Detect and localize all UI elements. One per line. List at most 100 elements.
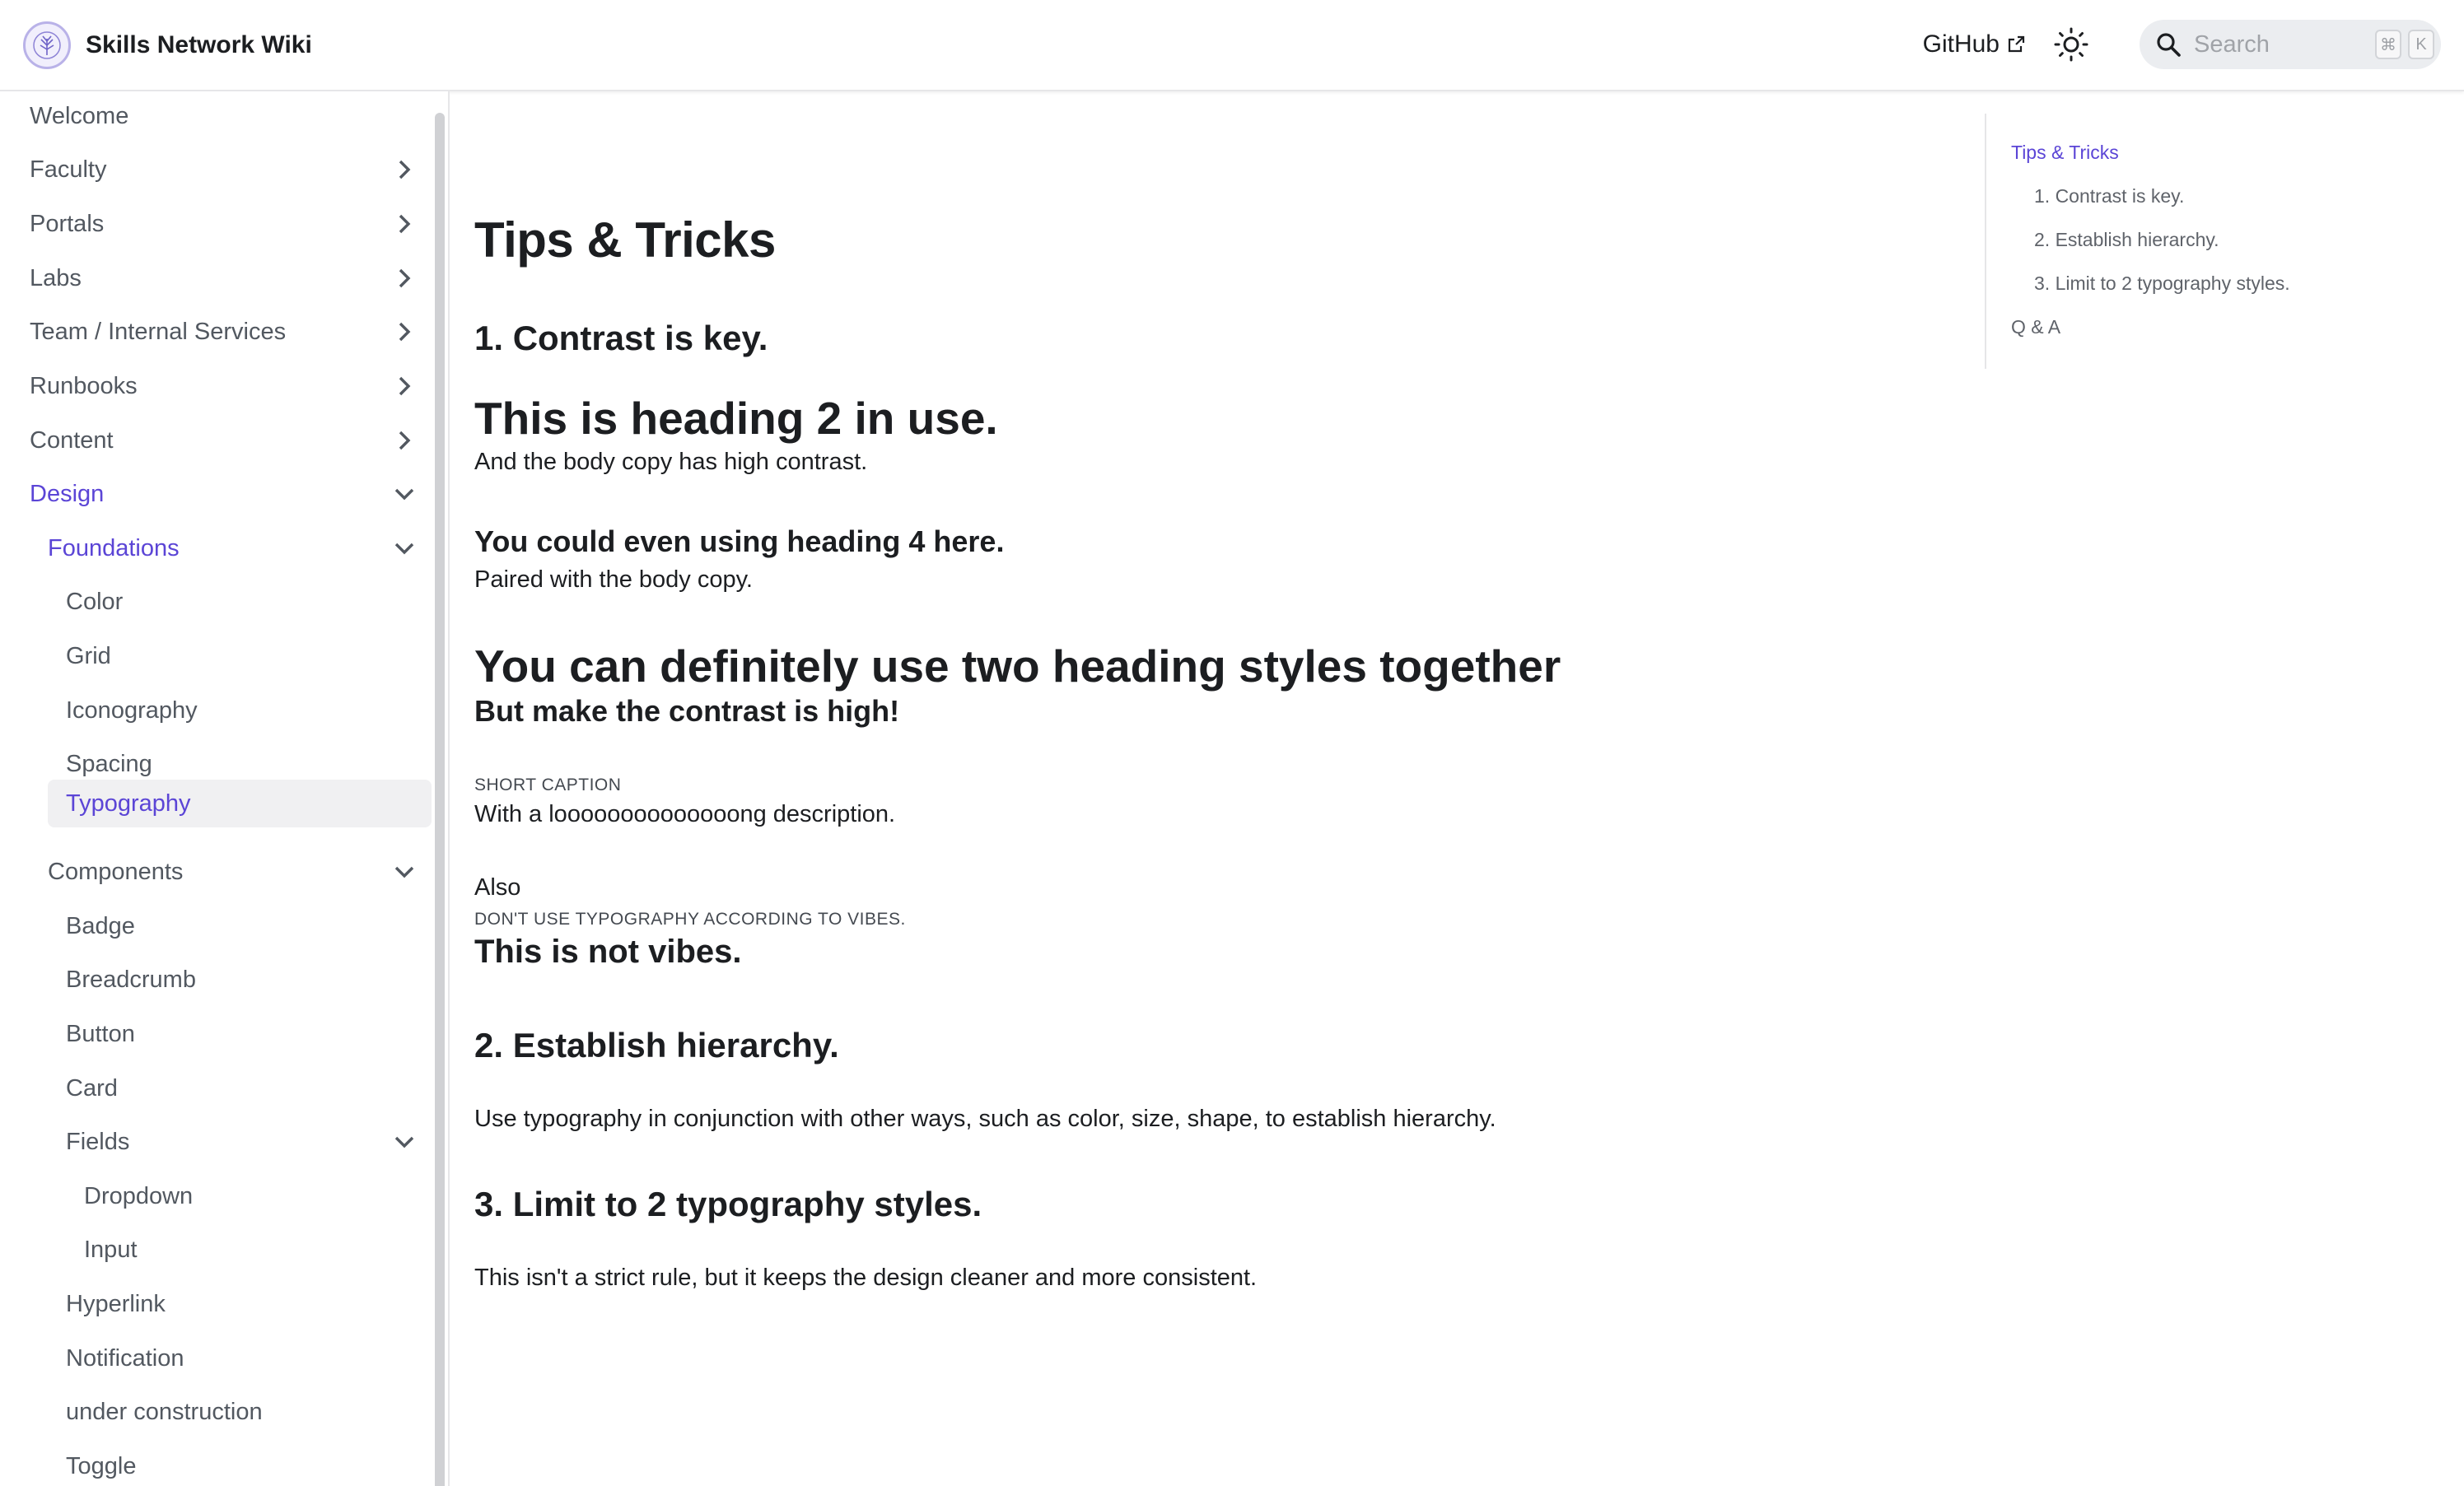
sidebar-item-label: Runbooks [30, 372, 138, 399]
sidebar-item-under-construction[interactable]: under construction [66, 1388, 433, 1436]
toc-link-limit-styles[interactable]: 3. Limit to 2 typography styles. [2034, 273, 2290, 295]
demo-heading-4-body: Paired with the body copy. [474, 566, 753, 593]
demo-combo-subheading: But make the contrast is high! [474, 694, 900, 728]
chevron-down-icon[interactable] [392, 482, 417, 506]
sidebar-item-label: Typography [66, 790, 191, 817]
sidebar-item-label: Color [66, 588, 124, 615]
toc-link-tips-tricks[interactable]: Tips & Tricks [2011, 142, 2119, 164]
site-title: Skills Network Wiki [86, 31, 312, 58]
sidebar-item-label: Team / Internal Services [30, 318, 287, 345]
chevron-right-icon[interactable] [392, 428, 417, 453]
sidebar-item-label: Notification [66, 1344, 184, 1372]
chevron-right-icon[interactable] [392, 374, 417, 398]
sidebar-item-label: Card [66, 1074, 118, 1102]
sidebar-item-grid[interactable]: Grid [66, 632, 433, 680]
sidebar-item-runbooks[interactable]: Runbooks [30, 362, 433, 410]
chevron-right-icon[interactable] [392, 319, 417, 344]
sidebar-item-input[interactable]: Input [84, 1226, 433, 1274]
sidebar-item-card[interactable]: Card [66, 1064, 433, 1112]
sidebar-item-label: Button [66, 1020, 135, 1047]
chevron-right-icon[interactable] [392, 266, 417, 291]
sidebar-item-label: Portals [30, 210, 105, 237]
sidebar-item-label: Fields [66, 1128, 130, 1155]
sidebar-item-label: Dropdown [84, 1182, 194, 1209]
demo-caption-body: With a loooooooooooooong description. [474, 801, 896, 827]
toc-link-hierarchy[interactable]: 2. Establish hierarchy. [2034, 229, 2219, 251]
sidebar-item-label: Hyperlink [66, 1290, 166, 1317]
sidebar-item-faculty[interactable]: Faculty [30, 146, 433, 193]
sidebar-scrollbar[interactable] [435, 113, 445, 1486]
table-of-contents: Tips & Tricks 1. Contrast is key. 2. Est… [1985, 114, 2446, 369]
sidebar-item-notification[interactable]: Notification [66, 1335, 433, 1382]
section-hierarchy-body: Use typography in conjunction with other… [474, 1106, 1496, 1132]
chevron-down-icon[interactable] [392, 859, 417, 884]
sidebar-item-fields[interactable]: Fields [66, 1118, 433, 1166]
article-content: Tips & Tricks 1. Contrast is key. This i… [450, 91, 1985, 1486]
chevron-right-icon[interactable] [392, 212, 417, 236]
sidebar-item-portals[interactable]: Portals [30, 200, 433, 248]
vibes-caption: DON'T USE TYPOGRAPHY ACCORDING TO VIBES. [474, 910, 906, 929]
page-title: Tips & Tricks [474, 212, 776, 268]
external-link-icon [2008, 35, 2025, 53]
sidebar-item-color[interactable]: Color [66, 578, 433, 626]
sidebar-item-dropdown[interactable]: Dropdown [84, 1172, 433, 1220]
vibes-heading: This is not vibes. [474, 934, 742, 970]
sidebar-item-components[interactable]: Components [48, 848, 433, 896]
sidebar-item-typography[interactable]: Typography [48, 780, 432, 827]
sidebar-item-label: Labs [30, 264, 82, 291]
sidebar-item-labs[interactable]: Labs [30, 254, 433, 302]
sidebar-item-team-internal-services[interactable]: Team / Internal Services [30, 308, 433, 356]
demo-combo-heading: You can definitely use two heading style… [474, 641, 1561, 692]
sidebar-item-label: Design [30, 480, 105, 507]
sidebar-item-label: Breadcrumb [66, 966, 196, 993]
demo-caption: SHORT CAPTION [474, 776, 622, 794]
sidebar-item-label: Grid [66, 642, 111, 669]
sidebar-item-label: Badge [66, 912, 135, 939]
toc-link-qa[interactable]: Q & A [2011, 316, 2060, 338]
github-link[interactable]: GitHub [1923, 30, 2026, 58]
sidebar-nav: Welcome Faculty Portals Labs Team / Inte… [0, 91, 450, 1486]
sidebar-item-welcome[interactable]: Welcome [30, 92, 433, 140]
section-heading-limit: 3. Limit to 2 typography styles. [474, 1185, 982, 1223]
chevron-down-icon[interactable] [392, 1130, 417, 1154]
toc-link-contrast[interactable]: 1. Contrast is key. [2034, 185, 2184, 207]
sidebar-item-badge[interactable]: Badge [66, 902, 433, 950]
search-icon [2157, 33, 2181, 57]
search-shortcut: ⌘ K [2368, 30, 2434, 59]
sidebar-item-label: Input [84, 1236, 138, 1263]
sidebar-item-toggle[interactable]: Toggle [66, 1442, 433, 1486]
demo-heading-2: This is heading 2 in use. [474, 393, 998, 444]
sidebar-item-content[interactable]: Content [30, 417, 433, 464]
also-text: Also [474, 874, 521, 901]
sidebar-item-label: Components [48, 858, 184, 885]
section-heading-hierarchy: 2. Establish hierarchy. [474, 1026, 839, 1064]
sidebar-item-button[interactable]: Button [66, 1010, 433, 1058]
sidebar-item-label: under construction [66, 1398, 263, 1425]
theme-toggle-button[interactable] [2051, 24, 2092, 65]
sidebar-item-breadcrumb[interactable]: Breadcrumb [66, 956, 433, 1004]
sidebar-item-foundations[interactable]: Foundations [48, 524, 433, 572]
section-heading-contrast: 1. Contrast is key. [474, 319, 768, 357]
search-input[interactable] [2194, 30, 2359, 58]
sidebar-item-label: Foundations [48, 534, 180, 561]
sidebar-item-label: Welcome [30, 102, 129, 129]
sidebar-item-hyperlink[interactable]: Hyperlink [66, 1280, 433, 1328]
cmd-key: ⌘ [2375, 30, 2401, 59]
demo-heading-4: You could even using heading 4 here. [474, 524, 1005, 558]
github-label: GitHub [1922, 30, 2000, 58]
chevron-down-icon[interactable] [392, 536, 417, 561]
sidebar-item-label: Faculty [30, 156, 107, 183]
sidebar-item-label: Content [30, 426, 114, 454]
sidebar-item-design[interactable]: Design [30, 470, 433, 518]
sidebar-item-iconography[interactable]: Iconography [66, 687, 433, 734]
demo-heading-2-body: And the body copy has high contrast. [474, 449, 868, 475]
search-box[interactable]: ⌘ K [2140, 20, 2441, 69]
section-limit-body: This isn't a strict rule, but it keeps t… [474, 1265, 1258, 1291]
brand-link[interactable]: Skills Network Wiki [23, 21, 312, 69]
sidebar-item-label: Toggle [66, 1452, 137, 1479]
chevron-right-icon[interactable] [392, 157, 417, 182]
sun-icon [2054, 27, 2088, 62]
k-key: K [2408, 30, 2434, 59]
sidebar-item-label: Iconography [66, 696, 198, 724]
sidebar-item-label: Spacing [66, 750, 152, 777]
